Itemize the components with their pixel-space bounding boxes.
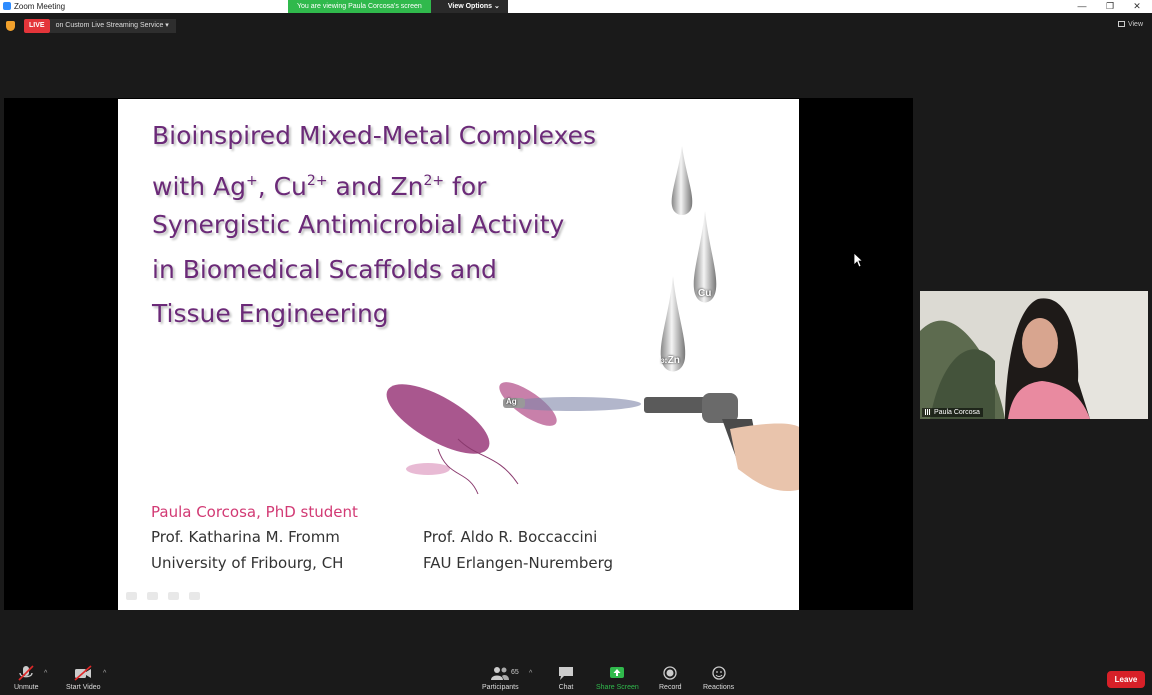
previous-slide-icon[interactable] xyxy=(126,592,137,600)
signal-strength-icon xyxy=(925,409,931,415)
minimize-button[interactable]: — xyxy=(1068,0,1096,13)
cu-drop-label: Cu xyxy=(698,288,712,299)
view-options-label: View Options xyxy=(447,3,493,10)
view-options-button[interactable]: View Options ⌄ xyxy=(430,0,508,13)
participants-label: Participants xyxy=(482,684,519,691)
leave-button[interactable]: Leave xyxy=(1107,671,1145,688)
chevron-down-icon: ⌄ xyxy=(494,3,500,10)
view-button[interactable]: View xyxy=(1117,21,1143,28)
ag-label: Ag xyxy=(506,397,517,406)
zn-charge: 2+ xyxy=(423,172,445,189)
cu-charge: 2+ xyxy=(306,172,328,189)
pen-icon[interactable] xyxy=(147,592,158,600)
participants-caret-icon[interactable]: ^ xyxy=(529,670,532,677)
presenter-name: Paula Corcosa, PhD student xyxy=(151,503,358,521)
share-screen-button[interactable]: Share Screen xyxy=(596,665,639,691)
supervisor-right: Prof. Aldo R. Boccaccini xyxy=(423,528,598,546)
mouse-cursor-icon xyxy=(853,252,863,268)
silver-drop-icon xyxy=(671,146,693,215)
unmute-label: Unmute xyxy=(14,684,39,691)
bacteria-illustration xyxy=(386,382,557,495)
participant-video-feed xyxy=(920,291,1148,419)
title-line-2-part-a: with Ag xyxy=(152,171,246,201)
slide-title: Bioinspired Mixed-Metal Complexes with A… xyxy=(152,114,596,337)
video-options-caret-icon[interactable]: ^ xyxy=(103,670,106,677)
close-button[interactable]: ✕ xyxy=(1123,0,1151,13)
title-line-2-part-b: , Cu xyxy=(257,171,307,201)
shield-icon[interactable] xyxy=(6,21,15,31)
participant-name-tag: Paula Corcosa xyxy=(922,408,983,417)
zoom-app-icon xyxy=(3,2,11,10)
zn-symbol: Zn xyxy=(667,355,680,366)
start-video-button[interactable]: Start Video xyxy=(66,665,101,691)
presentation-slide: Bioinspired Mixed-Metal Complexes with A… xyxy=(118,99,799,610)
title-line-1: Bioinspired Mixed-Metal Complexes xyxy=(152,121,597,150)
grid-view-icon xyxy=(1117,21,1125,28)
chat-icon xyxy=(559,667,573,680)
caret-down-icon: ▾ xyxy=(165,22,169,29)
live-service-label: on Custom Live Streaming Service xyxy=(55,22,164,29)
record-icon xyxy=(663,666,677,680)
unmute-button[interactable]: Unmute xyxy=(14,665,39,691)
reactions-label: Reactions xyxy=(703,684,735,691)
title-line-5: Tissue Engineering xyxy=(152,299,389,328)
affiliation-left: University of Fribourg, CH xyxy=(151,554,344,572)
participants-count: 65 xyxy=(511,669,519,676)
supervisor-left: Prof. Katharina M. Fromm xyxy=(151,528,340,546)
zn-atomic-number: 30 xyxy=(661,359,668,365)
title-line-2: with Ag+, Cu2+ and Zn2+ for xyxy=(152,159,596,204)
zn-drop-label: 30Zn xyxy=(661,355,680,366)
share-screen-icon xyxy=(610,667,625,678)
chat-button[interactable]: Chat xyxy=(556,665,576,691)
chat-label: Chat xyxy=(558,684,574,691)
audio-options-caret-icon[interactable]: ^ xyxy=(44,670,47,677)
share-screen-label: Share Screen xyxy=(596,684,639,691)
title-line-4: in Biomedical Scaffolds and xyxy=(152,254,497,284)
viewing-message: You are viewing Paula Corcosa's screen xyxy=(288,0,431,13)
title-line-3: Synergistic Antimicrobial Activity xyxy=(152,210,565,239)
silver-spray-illustration xyxy=(503,397,641,411)
window-title: Zoom Meeting xyxy=(14,2,66,11)
title-line-2-part-d: for xyxy=(444,171,487,201)
viewing-banner: You are viewing Paula Corcosa's screen V… xyxy=(288,0,508,13)
participants-icon xyxy=(491,667,510,680)
next-slide-icon[interactable] xyxy=(189,592,200,600)
title-bar: Zoom Meeting — ❐ ✕ xyxy=(0,0,1152,13)
live-service-dropdown[interactable]: on Custom Live Streaming Service ▾ xyxy=(49,19,176,33)
microphone-muted-icon xyxy=(18,665,34,681)
start-video-label: Start Video xyxy=(66,684,101,691)
view-button-label: View xyxy=(1127,21,1143,28)
zoom-window: { "window": { "title": "Zoom Meeting", "… xyxy=(0,0,1152,695)
live-status-row: LIVE on Custom Live Streaming Service ▾ xyxy=(6,19,176,33)
meeting-toolbar: Unmute ^ Start Video ^ Participants ^ Ch… xyxy=(0,660,1152,695)
title-line-2-part-c: and Zn xyxy=(327,171,424,201)
participant-name: Paula Corcosa xyxy=(934,409,980,416)
reactions-button[interactable]: Reactions xyxy=(703,665,734,691)
slide-menu-icon[interactable] xyxy=(168,592,179,600)
live-badge: LIVE xyxy=(24,19,50,33)
slide-navigation-tools xyxy=(126,592,200,600)
affiliation-right: FAU Erlangen-Nuremberg xyxy=(423,554,614,572)
participant-video-tile[interactable]: Paula Corcosa xyxy=(920,291,1148,419)
record-button[interactable]: Record xyxy=(659,665,682,691)
reactions-icon xyxy=(711,666,726,680)
restore-button[interactable]: ❐ xyxy=(1096,0,1124,13)
revolver-illustration xyxy=(644,393,799,491)
camera-off-icon xyxy=(74,665,92,681)
ag-charge: + xyxy=(245,172,258,189)
record-label: Record xyxy=(659,684,682,691)
